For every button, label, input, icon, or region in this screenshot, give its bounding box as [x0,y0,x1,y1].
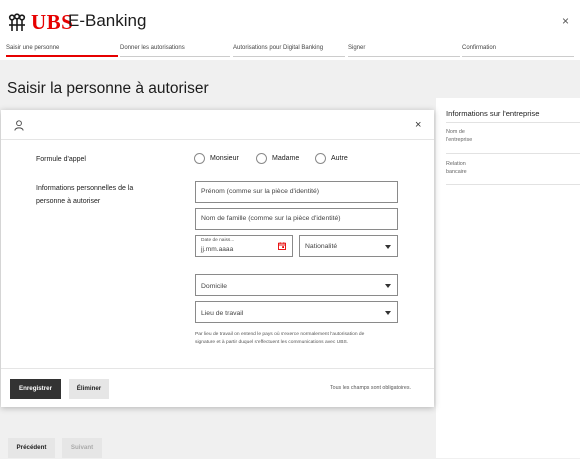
calendar-icon[interactable] [278,242,286,250]
progress-stepper: Saisir une personne Donner les autorisat… [0,44,580,60]
page-title: Saisir la personne à autoriser [7,80,209,97]
chevron-down-icon [385,284,391,288]
ubs-logo[interactable]: UBS [7,10,73,35]
nationality-placeholder: Nationalité [305,243,338,250]
radio-circle[interactable] [256,153,267,164]
user-icon [14,120,24,131]
first-name-placeholder: Prénom (comme sur la pièce d'identité) [201,188,320,195]
date-of-birth-placeholder: jj.mm.aaaa [201,246,234,253]
required-fields-note: Tous les champs sont obligatoires. [330,385,411,391]
step-indicator-active [6,55,118,57]
brand-name: UBS [31,10,74,34]
nationality-select[interactable]: Nationalité [299,235,398,257]
radio-label: Monsieur [210,155,239,162]
step-donner-autorisations: Donner les autorisations [120,45,185,51]
step-indicator [348,56,460,57]
first-name-input[interactable]: Prénom (comme sur la pièce d'identité) [195,181,398,203]
step-indicator [120,56,230,57]
personal-info-label: Informations personnelles de la personne… [36,185,134,205]
radio-label: Autre [331,155,348,162]
chevron-down-icon [385,311,391,315]
step-autorisations-digital-banking: Autorisations pour Digital Banking [233,45,324,51]
step-saisir-personne: Saisir une personne [6,45,60,51]
radio-circle[interactable] [194,153,205,164]
last-name-input[interactable]: Nom de famille (comme sur la pièce d'ide… [195,208,398,230]
close-icon[interactable]: × [415,119,421,131]
step-confirmation: Confirmation [462,45,497,51]
modal-footer: Enregistrer Éliminer Tous les champs son… [1,368,434,407]
date-of-birth-input[interactable]: Date de naiss... jj.mm.aaaa [195,235,293,257]
domicile-placeholder: Domicile [201,283,228,290]
chevron-down-icon [385,245,391,249]
radio-autre[interactable]: Autre [315,153,348,164]
radio-monsieur[interactable]: Monsieur [194,153,239,164]
close-icon[interactable]: × [562,14,569,28]
person-form-modal: × Formule d'appel Monsieur Madame Autre … [1,110,434,407]
ubs-keys-icon [8,12,26,31]
banking-relation-label: Relation bancaire [446,161,467,175]
company-info-panel: Informations sur l'entreprise Nom de l'e… [436,98,580,458]
previous-button[interactable]: Précédent [8,438,55,458]
last-name-placeholder: Nom de famille (comme sur la pièce d'ide… [201,215,341,222]
workplace-help-text: Par lieu de travail on entend le pays où… [195,332,365,345]
domicile-select[interactable]: Domicile [195,274,398,296]
workplace-placeholder: Lieu de travail [201,310,244,317]
divider [446,122,580,123]
radio-madame[interactable]: Madame [256,153,299,164]
radio-label: Madame [272,155,300,162]
salutation-label: Formule d'appel [36,156,86,163]
step-indicator [462,56,574,57]
top-bar: UBS E-Banking × [0,0,580,44]
workplace-select[interactable]: Lieu de travail [195,301,398,323]
divider [446,184,580,185]
step-signer: Signer [348,45,366,51]
divider [446,153,580,154]
next-button[interactable]: Suivant [62,438,102,458]
app-title: E-Banking [68,11,147,30]
radio-circle[interactable] [315,153,326,164]
company-info-title: Informations sur l'entreprise [446,109,540,118]
delete-button[interactable]: Éliminer [69,379,109,399]
date-of-birth-label: Date de naiss... [201,238,235,243]
modal-header: × [1,110,434,140]
save-button[interactable]: Enregistrer [10,379,61,399]
company-name-label: Nom de l'entreprise [446,129,473,143]
step-indicator [233,56,345,57]
